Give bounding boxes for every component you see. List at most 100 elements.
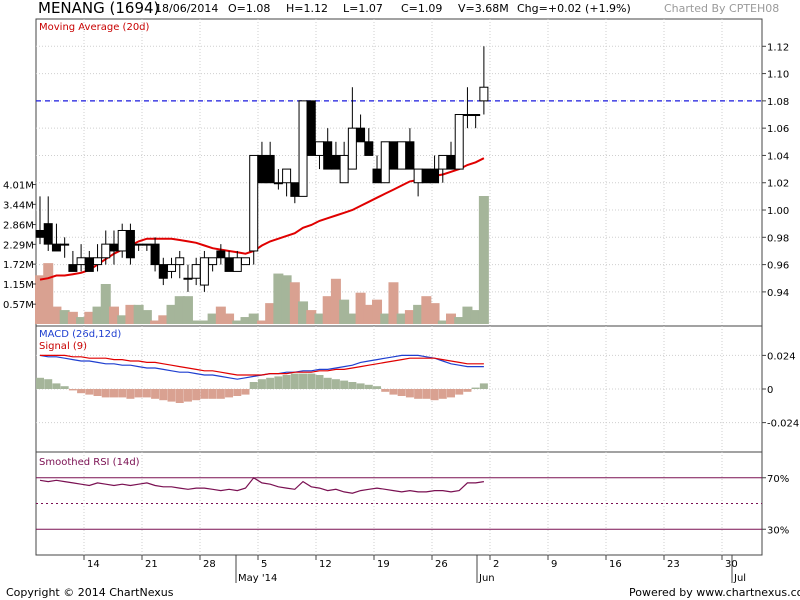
candle-body bbox=[471, 114, 481, 117]
macd-histogram-bar bbox=[208, 389, 217, 399]
macd-histogram-bar bbox=[60, 386, 69, 389]
price-panel: Moving Average (20d) 1.12 1.10 1.08 1.06 1.0… bbox=[3, 18, 789, 327]
date-tick-label: 5 bbox=[261, 559, 267, 570]
candle-body bbox=[51, 243, 61, 252]
macd-histogram-bar bbox=[109, 389, 118, 398]
price-tick-label: 1.08 bbox=[767, 97, 789, 108]
stock-chart: MENANG (1694) 18/06/2014 O=1.08 H=1.12 L… bbox=[0, 0, 800, 600]
macd-axis: 0.024 0 -0.024 bbox=[762, 351, 799, 430]
candle-body bbox=[84, 257, 94, 272]
candle-body bbox=[60, 243, 70, 246]
signal-title: Signal (9) bbox=[39, 341, 87, 352]
macd-histogram-bar bbox=[463, 389, 472, 392]
macd-histogram-bar bbox=[101, 389, 110, 398]
macd-histogram-bar bbox=[200, 389, 209, 399]
macd-tick-label: 0 bbox=[767, 385, 773, 396]
candle-body bbox=[306, 100, 316, 156]
candle-body bbox=[183, 277, 193, 280]
candle-body bbox=[93, 257, 103, 266]
macd-histogram-bar bbox=[479, 383, 488, 389]
candle-body bbox=[323, 141, 333, 170]
macd-histogram-bar bbox=[36, 377, 44, 389]
macd-histogram-bar bbox=[77, 389, 86, 394]
candle-body bbox=[462, 114, 472, 117]
rsi-axis: 70% 30% bbox=[762, 474, 789, 536]
macd-panel: MACD (26d,12d) Signal (9) 0.024 0 -0.024 bbox=[35, 325, 799, 453]
macd-histogram-bar bbox=[331, 379, 340, 389]
candle-body bbox=[232, 257, 242, 272]
macd-histogram-bar bbox=[192, 389, 201, 401]
macd-histogram-bar bbox=[68, 389, 77, 391]
candle-body bbox=[331, 154, 341, 170]
price-tick-label: 0.94 bbox=[767, 288, 789, 299]
date-tick-label: 21 bbox=[145, 559, 158, 570]
macd-histogram-bar bbox=[340, 380, 349, 389]
macd-histogram-bar bbox=[167, 389, 176, 402]
macd-histogram-bar bbox=[299, 373, 308, 389]
candle-body bbox=[68, 264, 78, 272]
macd-histogram-bar bbox=[430, 389, 439, 401]
macd-tick-label: -0.024 bbox=[767, 419, 799, 430]
date-tick-label: 30 bbox=[725, 559, 738, 570]
macd-histogram-bar bbox=[175, 389, 184, 403]
candle-body bbox=[446, 154, 456, 170]
candle-body bbox=[158, 264, 168, 279]
macd-histogram-bar bbox=[118, 389, 127, 398]
candle-body bbox=[388, 141, 398, 170]
price-panel-frame bbox=[35, 18, 763, 327]
candle-body bbox=[282, 168, 292, 184]
candle-body bbox=[298, 100, 308, 197]
macd-histogram-bar bbox=[290, 373, 299, 389]
candle-body bbox=[273, 182, 283, 185]
macd-histogram-bar bbox=[422, 389, 431, 399]
candle-body bbox=[199, 257, 209, 286]
macd-histogram-bar bbox=[455, 389, 464, 395]
macd-histogram-bar bbox=[397, 389, 406, 396]
candle-body bbox=[150, 243, 160, 266]
macd-histogram-bar bbox=[93, 389, 102, 396]
candle-body bbox=[175, 257, 185, 266]
candle-body bbox=[290, 182, 300, 197]
price-tick-label: 1.06 bbox=[767, 124, 789, 135]
candle-body bbox=[191, 264, 201, 279]
volume-tick-label: 3.44M bbox=[3, 200, 34, 211]
macd-histogram-bar bbox=[257, 379, 266, 389]
month-label: Jul bbox=[733, 573, 746, 584]
macd-histogram-bar bbox=[159, 389, 168, 401]
macd-histogram-bar bbox=[233, 389, 242, 396]
date-tick-label: 26 bbox=[435, 559, 448, 570]
candle-body bbox=[438, 154, 448, 170]
macd-histogram-bar bbox=[151, 389, 160, 399]
macd-histogram-bar bbox=[373, 386, 382, 389]
rsi-panel: Smoothed RSI (14d) 70% 30% bbox=[35, 451, 789, 556]
candle-body bbox=[134, 243, 144, 246]
candle-body bbox=[142, 243, 152, 246]
macd-histogram-bar bbox=[381, 389, 390, 392]
candle-body bbox=[347, 127, 357, 170]
volume-tick-label: 2.86M bbox=[3, 221, 34, 232]
price-axis: 1.12 1.10 1.08 1.06 1.04 1.02 1.00 0.98 0.96 0.94 bbox=[762, 42, 789, 299]
price-tick-label: 0.96 bbox=[767, 261, 789, 272]
candle-body bbox=[454, 114, 464, 170]
candle-body bbox=[109, 243, 119, 252]
macd-histogram-bar bbox=[241, 389, 250, 395]
candle-body bbox=[265, 154, 275, 184]
candle-body bbox=[397, 141, 407, 170]
candle-body bbox=[76, 257, 86, 266]
macd-histogram-bar bbox=[282, 375, 291, 389]
candle-body bbox=[257, 154, 267, 184]
volume-axis: 4.01M 3.44M 2.86M 2.29M 1.72M 1.15M 0.57M bbox=[3, 181, 36, 311]
volume-bar bbox=[182, 296, 193, 324]
date-tick-label: 23 bbox=[667, 559, 680, 570]
macd-histogram-bar bbox=[126, 389, 135, 399]
macd-title: MACD (26d,12d) bbox=[39, 329, 121, 340]
candle-body bbox=[224, 257, 234, 272]
rsi-tick-label: 30% bbox=[767, 525, 789, 536]
macd-histogram-bar bbox=[323, 377, 332, 389]
date-tick-label: 9 bbox=[551, 559, 557, 570]
powered-by: Powered by www.chartnexus.com bbox=[629, 586, 800, 599]
date-tick-label: 14 bbox=[87, 559, 100, 570]
macd-histogram-bar bbox=[414, 389, 423, 399]
candle-body bbox=[117, 229, 127, 252]
rsi-panel-frame bbox=[35, 451, 763, 556]
